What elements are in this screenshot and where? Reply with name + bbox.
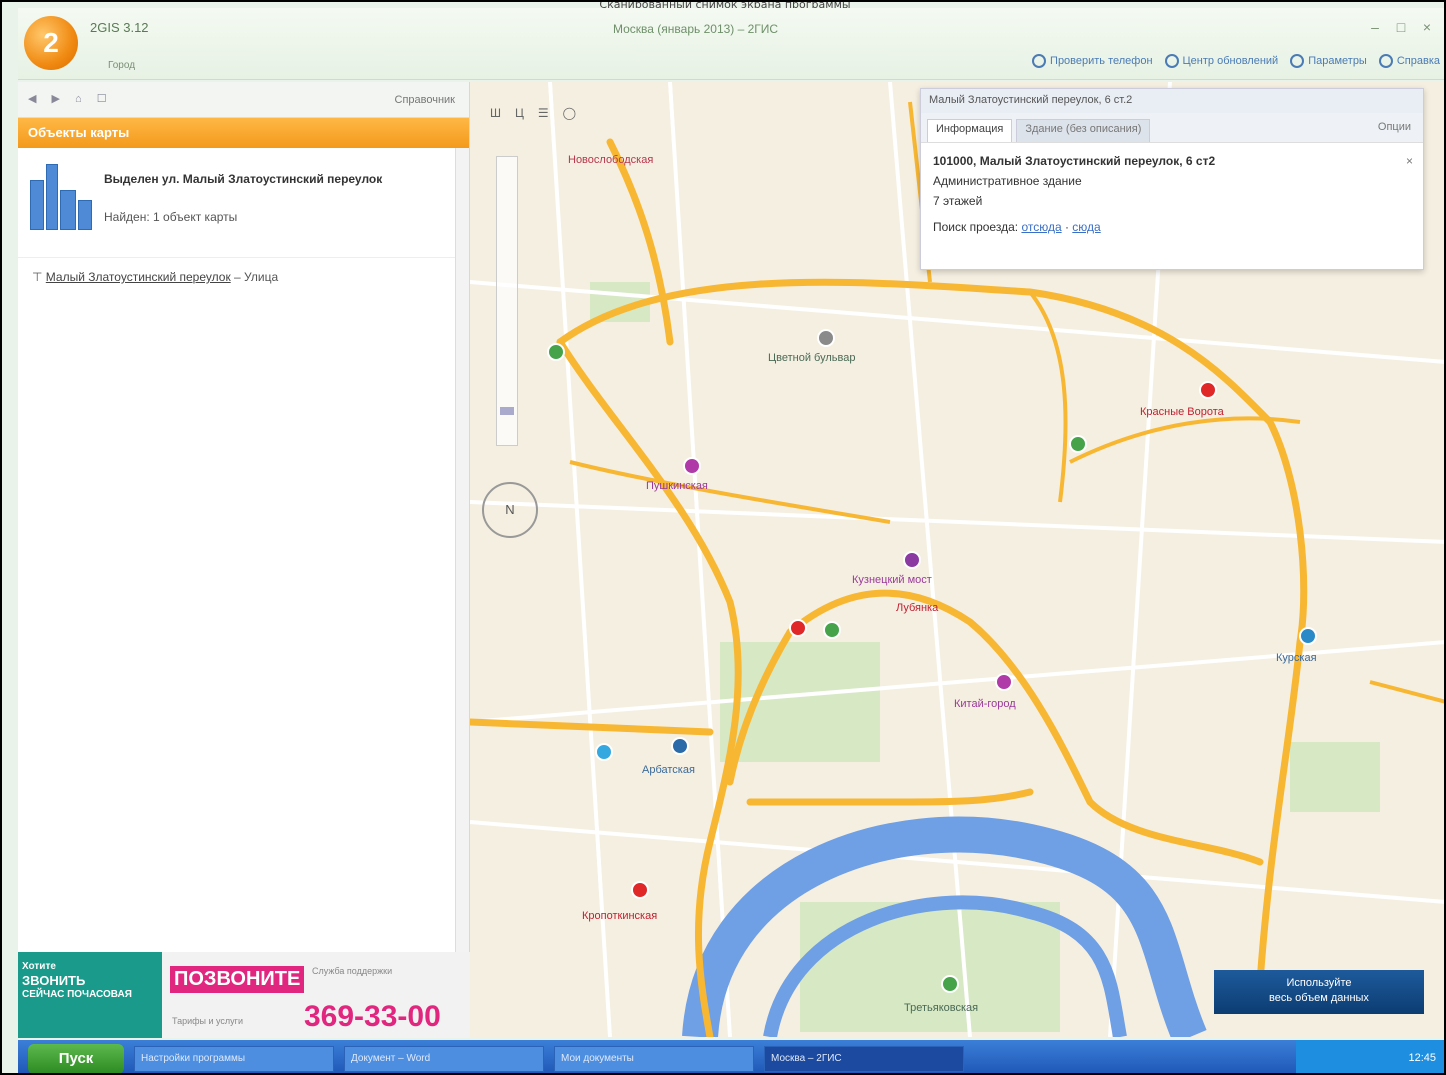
start-button[interactable]: Пуск	[28, 1043, 124, 1073]
info-close-button[interactable]: ×	[1406, 151, 1413, 171]
taskbar-item-active[interactable]: Москва – 2ГИС	[764, 1045, 964, 1072]
route-row: Поиск проезда: отсюда · сюда	[933, 220, 1101, 234]
street-icon: ⊤	[32, 270, 46, 284]
taskbar-item[interactable]: Настройки программы	[134, 1045, 334, 1072]
street-result-row[interactable]: ⊤ Малый Златоустинский переулок – Улица	[32, 270, 278, 284]
ad-left[interactable]: Хотите ЗВОНИТЬ СЕЙЧАС ПОЧАСОВАЯ	[18, 952, 162, 1038]
refresh-icon	[1164, 54, 1179, 68]
ad-tiny-text: Тарифы и услуги	[172, 1016, 243, 1026]
app-name[interactable]: 2GIS 3.12	[90, 20, 149, 35]
settings-link[interactable]: Параметры	[1290, 54, 1367, 68]
options-dropdown[interactable]: Опции	[1378, 121, 1411, 133]
close-button[interactable]: ×	[1418, 18, 1436, 36]
info-type: Административное здание	[933, 174, 1082, 188]
help-icon	[1378, 54, 1393, 68]
left-panel: ◀ ▶ ⌂ ☐ Справочник Объекты карты Выделен…	[18, 82, 470, 1037]
layers-tool[interactable]: ☰	[538, 106, 549, 120]
result-title: Выделен ул. Малый Златоустинский переуло…	[104, 172, 383, 186]
help-link[interactable]: Справка	[1378, 54, 1440, 68]
left-toolbar: ◀ ▶ ⌂ ☐ Справочник	[18, 82, 469, 118]
compass-icon[interactable]: N	[482, 482, 538, 538]
nav-buttons[interactable]: ◀ ▶ ⌂ ☐	[28, 92, 113, 105]
app-subtitle: Город	[108, 60, 136, 71]
phone-icon	[1032, 54, 1047, 68]
ad-banner[interactable]: Хотите ЗВОНИТЬ СЕЙЧАС ПОЧАСОВАЯ ПОЗВОНИТ…	[18, 952, 470, 1038]
section-header: Объекты карты	[18, 118, 469, 148]
window-title: Москва (январь 2013) – 2ГИС	[613, 22, 779, 36]
ad-logo: ПОЗВОНИТЕ	[170, 966, 305, 993]
taskbar: Пуск Настройки программы Документ – Word…	[18, 1040, 1444, 1073]
tab-building[interactable]: Здание (без описания)	[1016, 119, 1151, 142]
route-from-link[interactable]: отсюда	[1021, 220, 1061, 234]
system-tray[interactable]: 12:45	[1296, 1040, 1444, 1073]
map-toolbar: Ш Ц ☰ ◯	[490, 106, 576, 120]
route-to-link[interactable]: сюда	[1072, 220, 1100, 234]
ruler-tool[interactable]: Ш	[490, 106, 501, 120]
ad-right[interactable]: ПОЗВОНИТЕ Служба поддержки Тарифы и услу…	[162, 952, 470, 1038]
check-phone-link[interactable]: Проверить телефон	[1032, 54, 1153, 68]
building-icon	[28, 164, 94, 230]
maximize-button[interactable]: □	[1392, 18, 1410, 36]
ad-small-text: Служба поддержки	[312, 966, 393, 976]
info-address: 101000, Малый Златоустинский переулок, 6…	[933, 154, 1216, 168]
directory-link[interactable]: Справочник	[395, 94, 456, 106]
info-tabs: Информация Здание (без описания) Опции	[921, 113, 1423, 143]
zoom-knob[interactable]	[500, 407, 514, 415]
left-scrollbar[interactable]	[455, 148, 469, 958]
circle-tool[interactable]: ◯	[563, 106, 576, 120]
screenshot-frame: Сканированный снимок экрана программы 2 …	[0, 0, 1446, 1075]
zoom-slider[interactable]	[496, 156, 518, 446]
search-result[interactable]: Выделен ул. Малый Златоустинский переуло…	[18, 148, 469, 258]
result-count: Найден: 1 объект карты	[104, 210, 238, 224]
title-bar: 2 2GIS 3.12 Город Москва (январь 2013) –…	[18, 8, 1444, 80]
wrench-icon	[1290, 54, 1305, 68]
info-floors: 7 этажей	[933, 194, 983, 208]
street-type: – Улица	[234, 270, 279, 284]
taskbar-item[interactable]: Документ – Word	[344, 1045, 544, 1072]
taskbar-item[interactable]: Мои документы	[554, 1045, 754, 1072]
route-label: Поиск проезда:	[933, 220, 1019, 234]
top-toolbar: Проверить телефон Центр обновлений Парам…	[1032, 54, 1440, 68]
update-center-link[interactable]: Центр обновлений	[1164, 54, 1278, 68]
info-panel: Малый Златоустинский переулок, 6 ст.2 Ин…	[920, 88, 1424, 270]
full-data-button[interactable]: Используйте весь объем данных	[1214, 970, 1424, 1014]
hand-tool[interactable]: Ц	[515, 106, 524, 120]
info-header: Малый Златоустинский переулок, 6 ст.2	[921, 89, 1423, 113]
app-logo[interactable]: 2	[24, 16, 78, 70]
minimize-button[interactable]: –	[1366, 18, 1384, 36]
ad-phone: 369-33-00	[304, 1000, 441, 1033]
tab-info[interactable]: Информация	[927, 119, 1013, 142]
info-body: 101000, Малый Златоустинский переулок, 6…	[921, 143, 1423, 245]
street-link[interactable]: Малый Златоустинский переулок	[46, 270, 231, 284]
